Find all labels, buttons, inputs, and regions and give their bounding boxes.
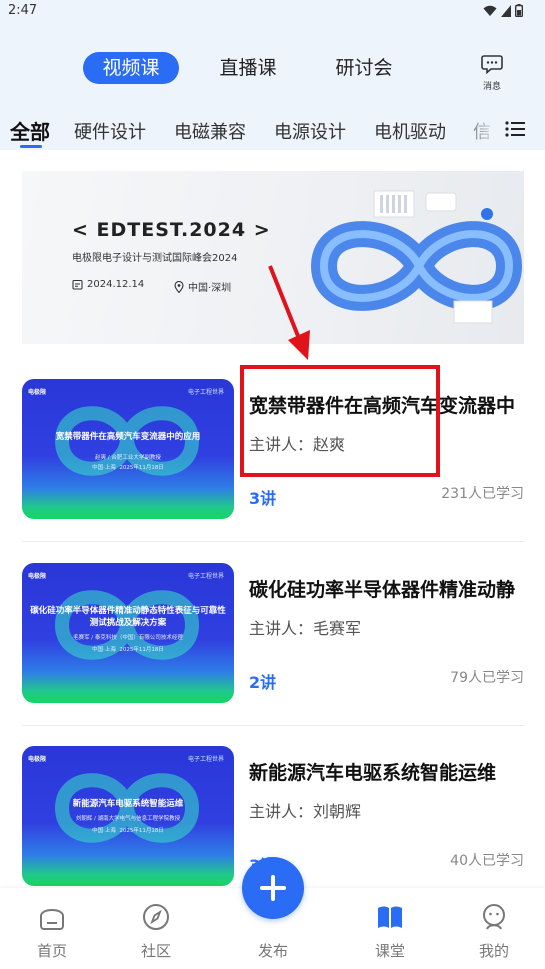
nav-community[interactable]: 社区 [126,902,186,961]
banner-infinity-graphic [310,190,523,324]
thumb-date: 中国·上海 2025年11月18日 [22,463,234,471]
thumb-date-text: 2025年11月18日 [119,828,164,834]
battery-icon [515,4,523,17]
tab-video-course[interactable]: 视频课 [83,52,179,84]
banner-title: < EDTEST.2024 > [72,219,271,241]
category-tab-hardware[interactable]: 硬件设计 [74,118,146,144]
thumb-brand: 电极限 [28,389,47,396]
wifi-icon [483,5,497,16]
status-time: 2:47 [8,3,38,18]
banner-location-text: 中国·深圳 [188,283,232,294]
course-thumbnail: 电极限 电子工程世界 宽禁带器件在高频汽车变流器中的应用 赵爽 / 合肥工业大学… [22,379,234,519]
divider [22,541,524,542]
course-speaker: 主讲人：刘朝辉 [249,802,362,821]
location-pin-icon [174,280,184,293]
thumb-title: 新能源汽车电驱系统智能运维 [72,799,184,809]
thumb-title: 宽禁带器件在高频汽车变流器中的应用 [55,432,201,442]
course-learner-count: 40人已学习 [450,853,524,869]
category-menu-icon[interactable] [505,120,525,138]
thumb-date-text: 2025年11月18日 [119,465,164,471]
thumb-place: 中国·上海 [92,465,116,471]
category-tab-emc[interactable]: 电磁兼容 [174,118,246,144]
thumb-speaker: 刘朝辉 / 湖南大学电气与信息工程学院教授 [75,816,181,822]
thumb-date: 中国·上海 2025年11月18日 [22,645,234,653]
category-tabs: 全部 硬件设计 电磁兼容 电源设计 电机驱动 信 [0,114,545,148]
thumb-place: 中国·上海 [92,647,116,653]
divider [22,725,524,726]
tab-seminar[interactable]: 研讨会 [322,52,406,84]
nav-profile[interactable]: 我的 [464,902,524,961]
chat-icon [481,55,503,75]
course-learner-count: 79人已学习 [450,670,524,686]
category-tab-motor[interactable]: 电机驱动 [374,118,446,144]
book-icon [378,906,402,928]
thumb-place: 中国·上海 [92,828,116,834]
message-button[interactable]: 消息 [474,50,510,92]
calendar-icon [72,279,83,290]
compass-icon [143,904,169,930]
thumb-date-text: 2025年11月18日 [119,647,164,653]
publish-button[interactable] [242,857,304,919]
thumb-date: 中国·上海 2025年11月18日 [22,826,234,834]
course-card[interactable]: 电极限 电子工程世界 碳化硅功率半导体器件精准动静态特性表征与可靠性测试挑战及解… [22,563,545,703]
course-thumbnail: 电极限 电子工程世界 新能源汽车电驱系统智能运维 刘朝辉 / 湖南大学电气与信息… [22,746,234,886]
course-thumbnail: 电极限 电子工程世界 碳化硅功率半导体器件精准动静态特性表征与可靠性测试挑战及解… [22,563,234,703]
nav-label: 社区 [140,942,171,960]
banner-location: 中国·深圳 [174,279,231,294]
signal-icon [501,4,511,17]
banner-date: 2024.12.14 [72,279,144,290]
thumb-speaker: 赵爽 / 合肥工业大学副教授 [95,455,161,461]
nav-label: 课堂 [374,942,405,960]
course-speaker: 主讲人：毛赛军 [249,619,362,638]
header: 视频课 直播课 研讨会 消息 全部 硬件设计 电磁兼容 电源设计 电机驱动 信 [0,26,545,150]
nav-home[interactable]: 首页 [22,902,82,961]
category-active-indicator [20,145,42,148]
status-bar: 2:47 [0,0,545,26]
nav-classroom[interactable]: 课堂 [360,902,420,961]
message-label: 消息 [482,82,501,92]
thumb-speaker: 毛赛军 / 泰克科技（中国）有限公司技术经理 [73,635,183,641]
course-lecture-count: 3讲 [249,489,277,508]
plus-icon [260,875,286,901]
category-tab-all[interactable]: 全部 [10,116,50,145]
category-tab-power[interactable]: 电源设计 [274,118,346,144]
banner-date-text: 2024.12.14 [87,279,145,290]
tab-live-course[interactable]: 直播课 [206,52,290,84]
annotation-arrow-icon [268,265,310,360]
category-fade [452,114,500,148]
course-title: 新能源汽车电驱系统智能运维 [249,762,497,784]
home-icon [40,909,64,930]
annotation-highlight-box [240,365,440,477]
profile-icon [483,904,505,930]
thumb-brand: 电极限 [28,573,47,580]
course-learner-count: 231人已学习 [441,486,524,502]
course-type-tabs: 视频课 直播课 研讨会 消息 [0,50,545,92]
status-icons [483,4,523,17]
nav-label: 我的 [478,942,509,960]
thumb-brand: 电极限 [28,756,47,763]
nav-publish-label: 发布 [257,942,288,960]
course-lecture-count: 2讲 [249,673,277,692]
nav-label: 首页 [36,942,67,960]
course-title: 碳化硅功率半导体器件精准动静 [249,579,516,601]
thumb-title: 碳化硅功率半导体器件精准动静态特性表征与可靠性测试挑战及解决方案 [30,606,226,628]
banner-subtitle: 电极限电子设计与测试国际峰会2024 [72,253,238,264]
